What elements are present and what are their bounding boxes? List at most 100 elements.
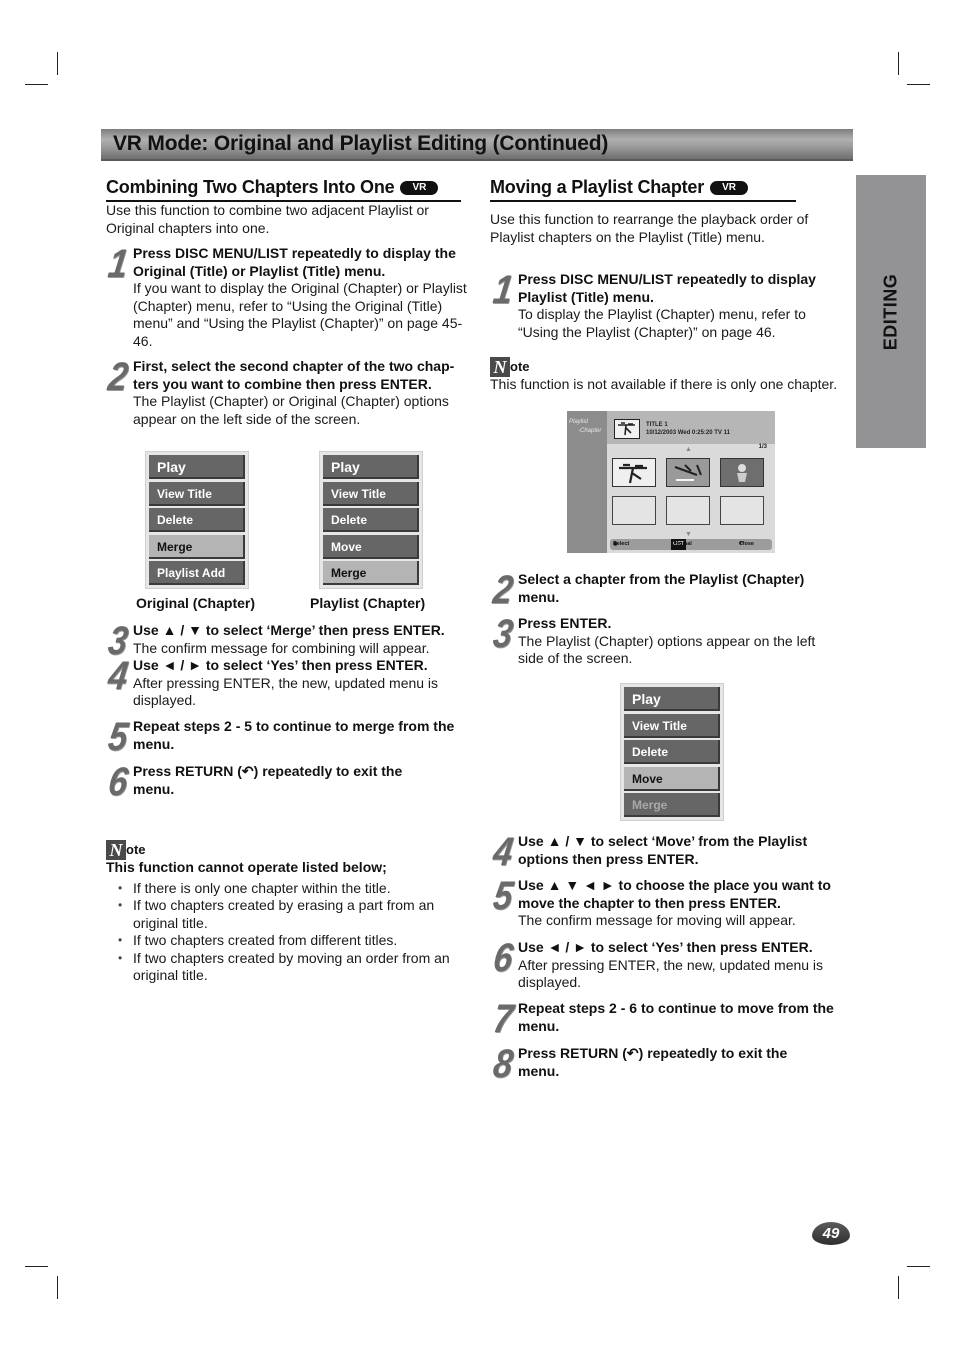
menu-caption: Original (Chapter) <box>136 595 256 611</box>
page-indicator: 1/3 <box>758 444 767 450</box>
playlist-chapter-screen: Playlist -Chapter TITLE 1 10/12/2003 Wed… <box>567 411 775 553</box>
step-number: 2 <box>105 355 131 399</box>
note-lead: This function cannot operate listed belo… <box>106 859 387 875</box>
playlist-options-menu: Play View Title Delete Move Merge <box>620 683 724 821</box>
step-description: To display the Playlist (Chapter) menu, … <box>518 306 806 340</box>
step-number: 4 <box>490 830 516 874</box>
step-instruction: Press DISC MENU/LIST repeatedly to displ… <box>133 245 456 279</box>
note-label: ote <box>510 359 530 374</box>
menu-caption: Playlist (Chapter) <box>310 595 426 611</box>
section-tab-label: EDITING <box>880 273 901 350</box>
crop-mark <box>907 1266 930 1267</box>
playlist-chapter-menu: Play View Title Delete Move Merge <box>319 451 423 589</box>
crop-mark <box>898 52 899 75</box>
note-bullet: If there is only one chapter within the … <box>106 880 476 898</box>
page-title: VR Mode: Original and Playlist Editing (… <box>113 132 609 155</box>
chapter-thumbnail[interactable] <box>612 458 656 487</box>
menu-item-playlist-add[interactable]: Playlist Add <box>149 561 245 585</box>
menu-item-play[interactable]: Play <box>149 455 245 479</box>
step-number: 8 <box>490 1042 516 1086</box>
note-label: ote <box>126 842 146 857</box>
crop-mark <box>25 84 48 85</box>
step-number: 1 <box>105 242 131 286</box>
menu-item-delete[interactable]: Delete <box>624 740 720 764</box>
section-tab-editing: EDITING <box>856 175 926 448</box>
step-instruction: Press RETURN (↶) repeatedly to exit the … <box>133 763 403 797</box>
menu-item-delete[interactable]: Delete <box>149 508 245 532</box>
menu-item-play[interactable]: Play <box>624 687 720 711</box>
step-description: The confirm message for combining will a… <box>133 639 430 656</box>
crop-mark <box>907 84 930 85</box>
menu-item-view-title[interactable]: View Title <box>624 713 720 738</box>
menu-item-move[interactable]: Move <box>624 766 720 791</box>
scroll-up-arrow-icon[interactable]: ▲ <box>685 446 692 453</box>
osd-side-label: -Chapter <box>578 428 602 434</box>
osd-footer-bar: ◉ Select LIST Original ↶ Close <box>610 539 772 550</box>
step-description: After pressing ENTER, the new, updated m… <box>518 956 824 991</box>
menu-item-merge[interactable]: Merge <box>323 561 419 585</box>
step-description: The confirm message for moving will appe… <box>518 912 796 928</box>
menu-item-merge[interactable]: Merge <box>149 534 245 559</box>
right-note: Note This function is not available if t… <box>490 357 860 394</box>
note-bullet: If two chapters created from different t… <box>106 932 476 950</box>
crop-mark <box>57 1276 58 1299</box>
step-instruction: Use ▲ ▼ ◄ ► to choose the place you want… <box>518 877 831 911</box>
chapter-thumbnail[interactable] <box>666 458 710 487</box>
menu-item-delete[interactable]: Delete <box>323 508 419 532</box>
crop-mark <box>25 1266 48 1267</box>
step-number: 4 <box>105 654 131 698</box>
step-instruction: Press RETURN (↶) repeatedly to exit the … <box>518 1045 788 1079</box>
chapter-thumbnail[interactable] <box>720 458 764 487</box>
original-chapter-menu: Play View Title Delete Merge Playlist Ad… <box>145 451 249 589</box>
step-description: If you want to display the Original (Cha… <box>133 280 467 349</box>
step-instruction: Press DISC MENU/LIST repeatedly to displ… <box>518 271 816 305</box>
empty-chapter-slot[interactable] <box>720 496 764 525</box>
step-description: After pressing ENTER, the new, updated m… <box>133 674 439 709</box>
step-instruction: Select a chapter from the Playlist (Chap… <box>518 571 805 605</box>
note-bullet-list: If there is only one chapter within the … <box>106 880 476 985</box>
step-instruction: Press ENTER. <box>518 615 612 631</box>
menu-item-play[interactable]: Play <box>323 455 419 479</box>
page-title-bar: VR Mode: Original and Playlist Editing (… <box>101 129 853 161</box>
note-icon: N <box>490 357 510 377</box>
vr-badge: VR <box>400 181 439 195</box>
osd-info: 10/12/2003 Wed 0:25:20 TV 11 <box>646 430 730 436</box>
footer-original: Original <box>671 541 692 547</box>
left-intro: Use this function to combine two adjacen… <box>106 202 429 236</box>
scroll-down-arrow-icon[interactable]: ▼ <box>685 531 692 538</box>
note-text: This function is not available if there … <box>490 376 838 392</box>
step-number: 1 <box>490 268 516 312</box>
footer-close: Close <box>739 541 754 547</box>
empty-chapter-slot[interactable] <box>612 496 656 525</box>
vr-badge: VR <box>710 181 748 195</box>
note-icon: N <box>106 840 126 860</box>
step-number: 6 <box>490 936 516 980</box>
step-instruction: Use ▲ / ▼ to select ‘Move’ from the Play… <box>518 833 808 867</box>
step-description: The Playlist (Chapter) options appear on… <box>518 632 816 667</box>
left-note: Note This function cannot operate listed… <box>106 840 476 985</box>
step-number: 5 <box>105 715 131 759</box>
step-instruction: First, select the second chapter of the … <box>133 358 455 392</box>
title-thumbnail <box>614 419 640 439</box>
step-instruction: Repeat steps 2 - 5 to continue to merge … <box>133 718 455 752</box>
empty-chapter-slot[interactable] <box>666 496 710 525</box>
step-number: 5 <box>490 874 516 918</box>
step-instruction: Use ◄ / ► to select ‘Yes’ then press ENT… <box>133 657 428 673</box>
crop-mark <box>898 1276 899 1299</box>
page-number-badge: 49 <box>812 1222 850 1245</box>
step-instruction: Use ▲ / ▼ to select ‘Merge’ then press E… <box>133 622 445 638</box>
osd-side-panel: Playlist -Chapter <box>567 411 607 553</box>
right-section-heading: Moving a Playlist Chapter VR <box>490 177 796 202</box>
footer-select: Select <box>613 541 630 547</box>
menu-item-view-title[interactable]: View Title <box>149 481 245 506</box>
step-number: 7 <box>490 997 516 1041</box>
step-number: 6 <box>105 760 131 804</box>
menu-item-move[interactable]: Move <box>323 534 419 559</box>
step-number: 3 <box>490 612 516 656</box>
left-section-heading: Combining Two Chapters Into One VR <box>106 177 461 202</box>
step-description: The Playlist (Chapter) or Original (Chap… <box>133 393 449 427</box>
step-instruction: Use ◄ / ► to select ‘Yes’ then press ENT… <box>518 939 813 955</box>
osd-title: TITLE 1 <box>646 422 668 428</box>
menu-item-view-title[interactable]: View Title <box>323 481 419 506</box>
crop-mark <box>57 52 58 75</box>
